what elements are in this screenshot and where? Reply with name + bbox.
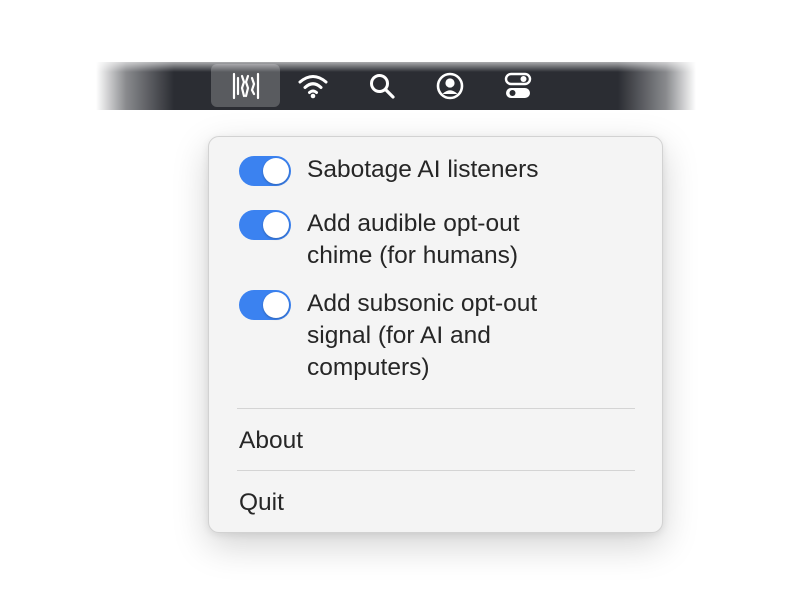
toggle-label-line: Add audible opt-out (307, 210, 520, 237)
screen: Sabotage AI listeners Add audible opt-ou… (0, 0, 792, 591)
menubar-control-center-button[interactable] (498, 62, 538, 110)
quit-menu-item[interactable]: Quit (229, 483, 643, 523)
wifi-icon (298, 75, 328, 99)
subsonic-signal-toggle[interactable] (239, 290, 291, 320)
audible-chime-toggle[interactable] (239, 210, 291, 240)
toggle-label-line: signal (for AI and (307, 322, 491, 349)
toggle-label: Add audible opt-out chime (for humans) (307, 208, 637, 272)
toggle-row-sabotage[interactable]: Sabotage AI listeners (239, 154, 639, 188)
menubar-user-button[interactable] (430, 62, 470, 110)
toggle-row-subsonic-signal[interactable]: Add subsonic opt-out signal (for AI and … (239, 288, 639, 386)
toggle-knob (263, 212, 289, 238)
toggle-label-line: computers) (307, 354, 430, 381)
toggle-label-line: Add subsonic opt-out (307, 290, 538, 317)
toggle-knob (263, 292, 289, 318)
menu-separator (237, 408, 635, 409)
toggle-label: Add subsonic opt-out signal (for AI and … (307, 288, 637, 384)
sabotage-toggle[interactable] (239, 156, 291, 186)
toggle-row-audible-chime[interactable]: Add audible opt-out chime (for humans) (239, 208, 639, 274)
app-dropdown-menu: Sabotage AI listeners Add audible opt-ou… (208, 136, 663, 533)
menubar-search-button[interactable] (362, 62, 402, 110)
search-icon (370, 74, 395, 99)
control-center-icon (504, 72, 532, 98)
toggle-knob (263, 158, 289, 184)
toggle-label: Sabotage AI listeners (307, 154, 637, 186)
menu-separator (237, 470, 635, 471)
waveform-app-icon (232, 72, 259, 99)
menubar-wifi-button[interactable] (293, 62, 333, 110)
toggle-label-line: Sabotage AI listeners (307, 156, 539, 183)
menubar-app-button[interactable] (211, 64, 280, 107)
about-menu-item[interactable]: About (229, 421, 643, 461)
toggle-label-line: chime (for humans) (307, 242, 519, 269)
user-account-icon (436, 72, 464, 100)
